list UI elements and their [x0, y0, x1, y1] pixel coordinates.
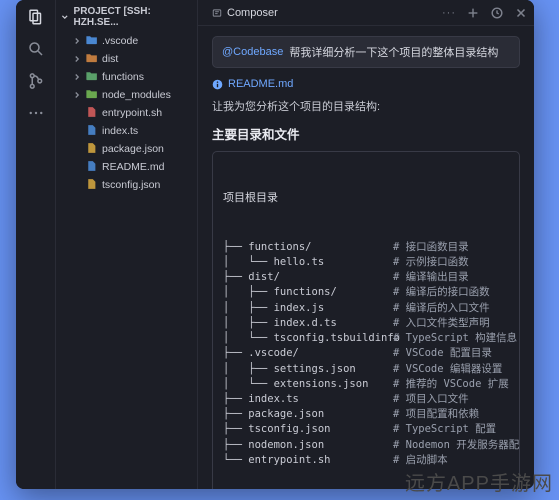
prompt-text: 帮我详细分析一下这个项目的整体目录结构 — [289, 44, 498, 60]
tree-row: ├── index.ts# 项目入口文件 — [223, 392, 509, 407]
file-package-json[interactable]: package.json — [58, 140, 197, 158]
file-tsconfig-json[interactable]: tsconfig.json — [58, 176, 197, 194]
tree-row: │ ├── index.d.ts# 入口文件类型声明 — [223, 316, 509, 331]
folder-icon — [86, 52, 98, 67]
section-main-files: 主要目录和文件 — [212, 124, 520, 143]
tab-bar: Composer ··· — [198, 0, 534, 26]
tree-row: ├── nodemon.json# Nodemon 开发服务器配置 — [223, 438, 509, 453]
response-content: README.md 让我为您分析这个项目的目录结构: 主要目录和文件 项目根目录… — [198, 78, 534, 489]
folder-icon — [86, 88, 98, 103]
tree-item-label: index.ts — [102, 125, 138, 137]
project-header[interactable]: PROJECT [SSH: HZH.SE... — [56, 0, 197, 32]
prompt-input[interactable]: @Codebase 帮我详细分析一下这个项目的整体目录结构 — [212, 36, 520, 68]
folder-icon — [86, 70, 98, 85]
tree-row: │ ├── settings.json# VSCode 编辑器设置 — [223, 362, 509, 377]
close-icon[interactable] — [514, 6, 528, 20]
tab-composer[interactable]: Composer — [204, 3, 286, 23]
tree-item-label: dist — [102, 53, 118, 65]
file-icon — [86, 178, 98, 193]
tree-row: ├── dist/# 编译输出目录 — [223, 270, 509, 285]
main-panel: Composer ··· @Codebase 帮我详细分析一下这个项目的整体目录… — [198, 0, 534, 489]
file-index-ts[interactable]: index.ts — [58, 122, 197, 140]
folder-icon — [86, 34, 98, 49]
tree-row: │ └── hello.ts# 示例接口函数 — [223, 255, 509, 270]
search-icon[interactable] — [27, 40, 45, 58]
tree-item-label: README.md — [102, 161, 164, 173]
folder-node_modules[interactable]: node_modules — [58, 86, 197, 104]
folder-functions[interactable]: functions — [58, 68, 197, 86]
folder--vscode[interactable]: .vscode — [58, 32, 197, 50]
file-icon — [86, 106, 98, 121]
tree-row: ├── .vscode/# VSCode 配置目录 — [223, 346, 509, 361]
tree-row: │ └── extensions.json# 推荐的 VSCode 扩展 — [223, 377, 509, 392]
project-label: PROJECT [SSH: HZH.SE... — [74, 6, 193, 28]
tree-root-label: 项目根目录 — [223, 190, 509, 206]
composer-icon — [212, 8, 222, 18]
tab-actions: ··· — [442, 6, 528, 20]
tree-row: └── entrypoint.sh# 启动脚本 — [223, 453, 509, 468]
ellipsis-icon[interactable]: ··· — [442, 7, 456, 19]
file-README-md[interactable]: README.md — [58, 158, 197, 176]
tree-row: │ ├── index.js# 编译后的入口文件 — [223, 301, 509, 316]
explorer-icon[interactable] — [27, 8, 45, 26]
source-control-icon[interactable] — [27, 72, 45, 90]
tree-row: ├── package.json# 项目配置和依赖 — [223, 407, 509, 422]
tree-item-label: package.json — [102, 143, 164, 155]
file-chip-readme[interactable]: README.md — [212, 78, 293, 90]
mention-codebase: @Codebase — [222, 46, 283, 58]
file-entrypoint-sh[interactable]: entrypoint.sh — [58, 104, 197, 122]
tree-row: │ ├── functions/# 编译后的接口函数 — [223, 285, 509, 300]
sidebar: PROJECT [SSH: HZH.SE... .vscode dist funct… — [56, 0, 198, 489]
file-icon — [86, 160, 98, 175]
tab-title: Composer — [227, 7, 278, 19]
folder-dist[interactable]: dist — [58, 50, 197, 68]
history-icon[interactable] — [490, 6, 504, 20]
file-tree: .vscode dist functions node_modules entrypoi… — [56, 32, 197, 194]
prompt-indicator — [506, 30, 511, 35]
editor-window: PROJECT [SSH: HZH.SE... .vscode dist funct… — [16, 0, 534, 489]
info-icon — [212, 79, 223, 90]
tree-row: ├── tsconfig.json# TypeScript 配置 — [223, 422, 509, 437]
file-icon — [86, 142, 98, 157]
tree-row: │ └── tsconfig.tsbuildinfo# TypeScript 构… — [223, 331, 509, 346]
tree-row: ├── functions/# 接口函数目录 — [223, 240, 509, 255]
tree-item-label: functions — [102, 71, 144, 83]
activity-bar — [16, 0, 56, 489]
tree-item-label: tsconfig.json — [102, 179, 160, 191]
more-icon[interactable] — [27, 104, 45, 122]
tree-item-label: entrypoint.sh — [102, 107, 162, 119]
tree-item-label: node_modules — [102, 89, 171, 101]
intro-text: 让我为您分析这个项目的目录结构: — [212, 98, 520, 114]
tree-item-label: .vscode — [102, 35, 138, 47]
file-icon — [86, 124, 98, 139]
chevron-down-icon — [60, 12, 70, 22]
directory-tree: 项目根目录 ├── functions/# 接口函数目录│ └── hello.… — [212, 151, 520, 489]
plus-icon[interactable] — [466, 6, 480, 20]
